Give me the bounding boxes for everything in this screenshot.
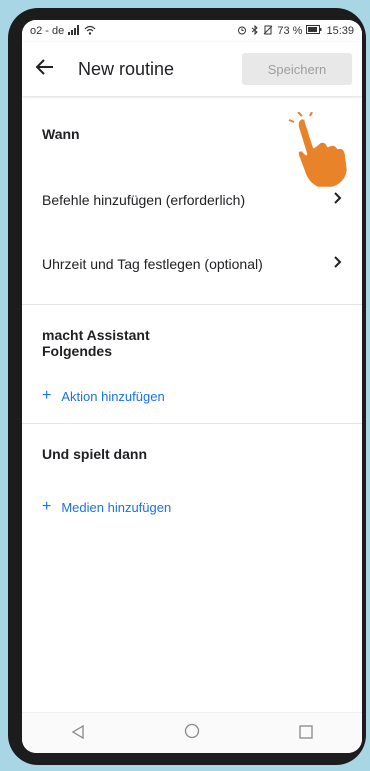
status-bar: o2 - de 73 % 15:39 <box>22 20 362 42</box>
plus-icon: + <box>42 387 52 404</box>
signal-icon <box>68 24 80 38</box>
add-commands-label: Befehle hinzufügen (erforderlich) <box>42 192 246 208</box>
back-arrow-icon[interactable] <box>35 58 60 81</box>
assistant-title-line1: macht Assistant <box>42 327 150 343</box>
section-title-assistant: macht Assistant Folgendes <box>22 327 362 359</box>
add-media-label: Medien hinzufügen <box>61 499 172 515</box>
alarm-icon <box>237 25 247 38</box>
battery-icon <box>306 25 322 37</box>
plus-icon: + <box>42 498 52 515</box>
add-media-button[interactable]: + Medien hinzufügen <box>22 498 362 516</box>
no-sim-icon <box>263 25 273 38</box>
chevron-right-icon <box>334 255 342 273</box>
bluetooth-icon <box>251 24 259 38</box>
system-nav-bar <box>22 712 362 753</box>
battery-percent: 73 % <box>277 25 303 37</box>
set-time-row[interactable]: Uhrzeit und Tag festlegen (optional) <box>22 244 362 284</box>
home-nav-icon[interactable] <box>184 723 200 744</box>
save-button[interactable]: Speichern <box>242 53 352 85</box>
carrier-text: o2 - de <box>30 25 65 37</box>
section-title-media: Und spielt dann <box>42 446 147 462</box>
recents-nav-icon[interactable] <box>298 723 313 744</box>
wifi-icon <box>84 25 96 38</box>
page-title: New routine <box>78 58 175 79</box>
pointing-hand-icon <box>288 111 358 192</box>
clock-text: 15:39 <box>326 25 354 37</box>
set-time-label: Uhrzeit und Tag festlegen (optional) <box>42 256 263 272</box>
back-nav-icon[interactable] <box>71 723 85 744</box>
add-action-label: Aktion hinzufügen <box>61 388 165 404</box>
add-action-button[interactable]: + Aktion hinzufügen <box>22 387 362 405</box>
chevron-right-icon <box>334 191 342 209</box>
assistant-title-line2: Folgendes <box>42 343 113 359</box>
app-bar: New routine Speichern <box>22 42 362 96</box>
